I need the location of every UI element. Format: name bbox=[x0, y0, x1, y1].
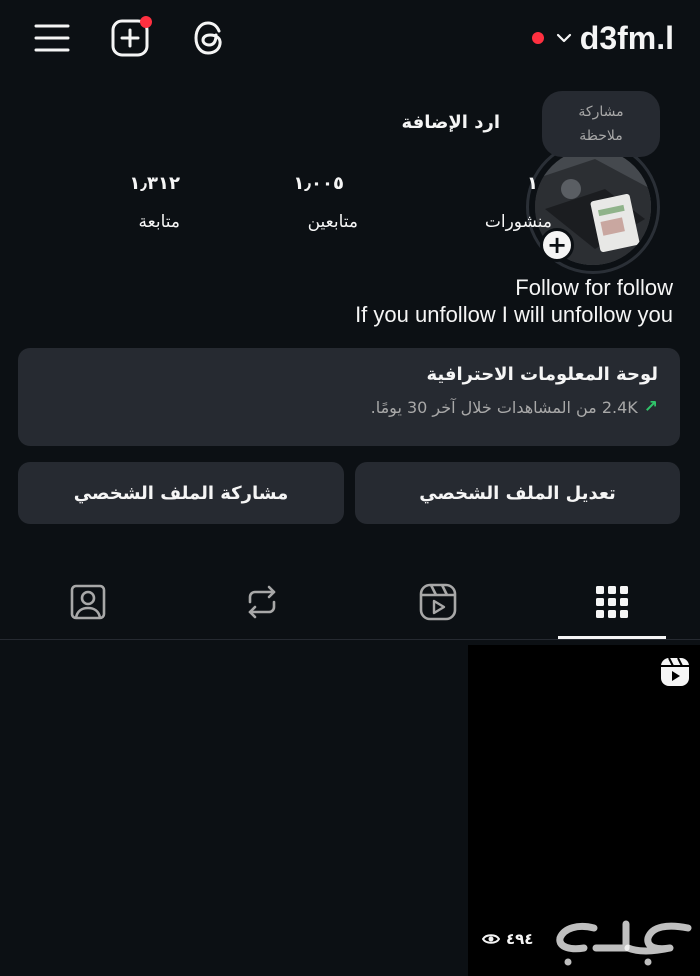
stat-followers[interactable]: ١٫٠٠٥ متابعين bbox=[238, 170, 358, 232]
haraj-watermark-logo bbox=[556, 920, 692, 966]
trend-up-icon: ↗ bbox=[643, 397, 658, 417]
following-count: ١٫٣١٢ bbox=[129, 173, 180, 194]
tab-tagged[interactable] bbox=[28, 564, 148, 640]
professional-dashboard[interactable]: لوحة المعلومات الاحترافية ↗ 2.4K من المش… bbox=[18, 348, 680, 446]
following-label: متابعة bbox=[138, 212, 180, 232]
add-story-button[interactable]: + bbox=[540, 228, 574, 262]
dashboard-title: لوحة المعلومات الاحترافية bbox=[426, 364, 658, 385]
note-bubble[interactable]: مشاركة ملاحظة bbox=[542, 91, 660, 157]
stat-posts[interactable]: ١ منشورات bbox=[432, 170, 552, 232]
status-dot bbox=[531, 32, 544, 44]
tab-reposts[interactable] bbox=[202, 564, 322, 640]
share-profile-button[interactable]: مشاركة الملف الشخصي bbox=[18, 462, 344, 524]
dashboard-stats: ↗ 2.4K من المشاهدات خلال آخر 30 يومًا. bbox=[40, 397, 658, 417]
new-post-notification-dot bbox=[140, 16, 152, 28]
tagged-icon bbox=[70, 584, 106, 620]
grid-icon bbox=[596, 586, 628, 618]
views-count: ٤٩٤ bbox=[506, 930, 534, 948]
username: d3fm.l bbox=[579, 19, 674, 56]
display-name: ارد الإضافة bbox=[401, 112, 500, 133]
bio-line: If you unfollow I will unfollow you bbox=[355, 302, 673, 327]
posts-label: منشورات bbox=[484, 212, 552, 232]
reposts-icon bbox=[248, 585, 276, 619]
active-tab-indicator bbox=[558, 636, 666, 639]
account-switcher[interactable]: d3fm.l bbox=[531, 18, 674, 58]
bio: Follow for follow If you unfollow I will… bbox=[355, 274, 673, 328]
threads-icon[interactable] bbox=[188, 16, 232, 60]
dashboard-views: 2.4K من المشاهدات خلال آخر 30 يومًا. bbox=[370, 397, 638, 417]
reel-icon bbox=[661, 657, 689, 686]
menu-icon[interactable] bbox=[30, 16, 74, 60]
reels-icon bbox=[419, 583, 457, 621]
note-text: مشاركة ملاحظة bbox=[578, 104, 624, 144]
tab-posts-grid[interactable] bbox=[552, 564, 672, 640]
stat-following[interactable]: ١٫٣١٢ متابعة bbox=[74, 170, 194, 232]
posts-count: ١ bbox=[527, 173, 538, 194]
post-views: ٤٩٤ bbox=[482, 930, 533, 948]
followers-label: متابعين bbox=[307, 212, 358, 232]
followers-count: ١٫٠٠٥ bbox=[293, 173, 344, 194]
tab-reels[interactable] bbox=[378, 564, 498, 640]
profile-tabs bbox=[0, 564, 700, 640]
top-bar: d3fm.l bbox=[0, 0, 700, 80]
chevron-down-icon bbox=[556, 33, 571, 43]
eye-icon bbox=[482, 934, 500, 944]
bio-line: Follow for follow bbox=[515, 275, 673, 300]
edit-profile-button[interactable]: تعديل الملف الشخصي bbox=[355, 462, 680, 524]
